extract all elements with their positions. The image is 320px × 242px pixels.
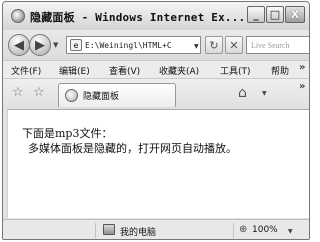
search-placeholder: Live Search [251, 40, 290, 50]
ie-globe-icon [11, 9, 25, 23]
history-dropdown-icon[interactable]: ▼ [53, 41, 58, 49]
address-bar[interactable]: e E:\Weiningl\HTML+C [66, 36, 201, 54]
menu-overflow-chevron-icon[interactable]: » [299, 62, 305, 73]
favorites-bar: ☆ ☆ 隐藏面板 ⌂ ▼ » [3, 79, 309, 109]
content-line-1: 下面是mp3文件： [22, 127, 113, 140]
address-dropdown-icon[interactable]: ▼ [194, 43, 199, 50]
zoom-level[interactable]: 100% [252, 225, 278, 235]
page-file-icon: e [70, 39, 82, 51]
menu-edit[interactable]: 编辑(E) [59, 64, 90, 77]
address-text[interactable]: E:\Weiningl\HTML+C [85, 41, 172, 50]
content-line-2: 多媒体面板是隐藏的，打开网页自动播放。 [28, 142, 237, 155]
page-content: 下面是mp3文件： 多媒体面板是隐藏的，打开网页自动播放。 [7, 109, 309, 218]
refresh-icon: ↻ [209, 38, 219, 52]
zoom-dropdown-icon[interactable]: ▼ [288, 228, 293, 235]
navigation-bar: ◀ ▶ ▼ e E:\Weiningl\HTML+C ▼ ↻ ✕ Live Se… [3, 30, 309, 60]
home-icon[interactable]: ⌂ [238, 85, 247, 101]
zoom-magnifier-icon: ⊕ [239, 224, 248, 235]
tab-hidden-panel[interactable]: 隐藏面板 [58, 83, 176, 107]
window-controls: _ □ X [247, 6, 305, 23]
security-zone: 我的电脑 [120, 228, 157, 238]
close-button[interactable]: X [285, 6, 305, 23]
forward-button[interactable]: ▶ [29, 34, 51, 56]
status-divider [95, 223, 96, 238]
minimize-button[interactable]: _ [247, 6, 265, 23]
stop-icon: ✕ [229, 38, 239, 52]
status-bar: 我的电脑 ⊕ 100% ▼ [3, 219, 309, 239]
window-title: 隐藏面板 - Windows Internet Ex... [30, 11, 246, 24]
browser-window: 隐藏面板 - Windows Internet Ex... _ □ X ◀ ▶ … [2, 1, 310, 240]
tab-globe-icon [65, 89, 78, 102]
add-favorite-icon[interactable]: ☆ [33, 85, 45, 100]
tab-label: 隐藏面板 [83, 92, 120, 102]
refresh-button[interactable]: ↻ [205, 36, 223, 54]
menu-view[interactable]: 查看(V) [109, 64, 140, 77]
home-dropdown-icon[interactable]: ▼ [262, 90, 267, 97]
back-arrow-icon: ◀ [14, 37, 24, 53]
title-bar: 隐藏面板 - Windows Internet Ex... _ □ X [3, 2, 309, 30]
menu-help[interactable]: 帮助 [271, 64, 289, 77]
maximize-button[interactable]: □ [266, 6, 284, 23]
menu-favorites[interactable]: 收藏夹(A) [159, 64, 199, 77]
stop-button[interactable]: ✕ [225, 36, 243, 54]
search-input[interactable]: Live Search [246, 36, 309, 54]
favorites-star-icon[interactable]: ☆ [12, 85, 24, 100]
menu-tools[interactable]: 工具(T) [220, 64, 251, 77]
back-button[interactable]: ◀ [8, 34, 30, 56]
status-divider [233, 223, 234, 238]
computer-icon [103, 224, 115, 235]
menu-file[interactable]: 文件(F) [11, 64, 41, 77]
menu-bar: 文件(F) 编辑(E) 查看(V) 收藏夹(A) 工具(T) 帮助 » [3, 60, 309, 79]
forward-arrow-icon: ▶ [35, 37, 45, 53]
toolbar-overflow-chevron-icon[interactable]: » [299, 81, 305, 92]
